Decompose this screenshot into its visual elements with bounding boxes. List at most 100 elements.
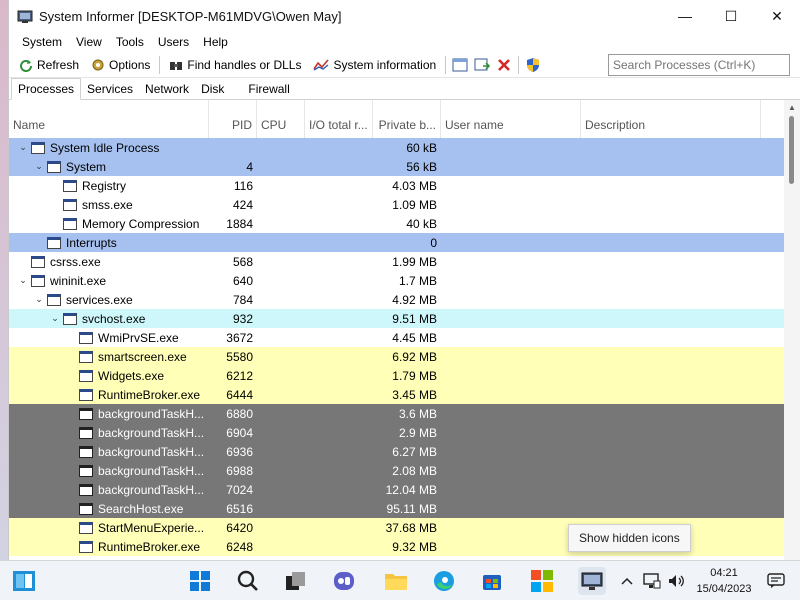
search-icon[interactable] — [236, 569, 260, 593]
refresh-button[interactable]: Refresh — [13, 53, 85, 77]
scrollbar-thumb[interactable] — [789, 116, 794, 184]
process-user-name — [441, 195, 581, 214]
process-private-bytes: 1.7 MB — [398, 273, 437, 288]
process-row[interactable]: ⌄ svchost.exe 932 9.51 MB — [9, 309, 785, 328]
widgets-icon[interactable] — [12, 569, 36, 593]
tab-network[interactable]: Network — [139, 79, 195, 99]
chevron-down-icon[interactable]: ⌄ — [17, 142, 29, 153]
process-cpu — [257, 385, 305, 404]
process-pid: 6880 — [226, 406, 253, 421]
edge-icon[interactable] — [432, 569, 456, 593]
app-icon[interactable] — [530, 569, 554, 593]
process-private-bytes: 95.11 MB — [386, 501, 437, 516]
menu-system[interactable]: System — [15, 35, 69, 49]
store-icon[interactable] — [480, 569, 504, 593]
vertical-scrollbar[interactable]: ▲ — [784, 100, 800, 560]
process-name: Interrupts — [66, 235, 117, 250]
options-button[interactable]: Options — [85, 53, 156, 77]
process-row[interactable]: Widgets.exe 6212 1.79 MB — [9, 366, 785, 385]
column-header-user-name[interactable]: User name — [441, 100, 581, 138]
process-row[interactable]: ⌄ wininit.exe 640 1.7 MB — [9, 271, 785, 290]
tab-disk[interactable]: Disk — [195, 79, 230, 99]
process-row[interactable]: backgroundTaskH... 6904 2.9 MB — [9, 423, 785, 442]
column-header-name[interactable]: Name — [9, 100, 209, 138]
process-private-bytes: 3.45 MB — [392, 387, 437, 402]
find-handles-button[interactable]: Find handles or DLLs — [163, 53, 307, 77]
process-description — [581, 366, 761, 385]
menu-users[interactable]: Users — [151, 35, 196, 49]
process-row[interactable]: backgroundTaskH... 6988 2.08 MB — [9, 461, 785, 480]
process-icon — [47, 293, 61, 306]
column-header-pid[interactable]: PID — [209, 100, 257, 138]
process-io — [305, 157, 373, 176]
process-row[interactable]: WmiPrvSE.exe 3672 4.45 MB — [9, 328, 785, 347]
process-private-bytes: 3.6 MB — [398, 406, 437, 421]
process-user-name — [441, 385, 581, 404]
file-explorer-icon[interactable] — [384, 569, 408, 593]
system-informer-taskbar-icon[interactable] — [578, 567, 606, 595]
process-row[interactable]: backgroundTaskH... 6880 3.6 MB — [9, 404, 785, 423]
process-icon — [79, 521, 93, 534]
process-name-cell: backgroundTaskH... — [9, 442, 209, 461]
column-header-description[interactable]: Description — [581, 100, 761, 138]
tab-services[interactable]: Services — [81, 79, 139, 99]
tab-firewall[interactable]: Firewall — [242, 79, 295, 99]
terminate-button[interactable] — [493, 54, 515, 76]
scroll-up-arrow-icon[interactable]: ▲ — [784, 100, 800, 114]
menu-view[interactable]: View — [69, 35, 109, 49]
column-header-io[interactable]: I/O total r... — [305, 100, 373, 138]
process-row[interactable]: backgroundTaskH... 6936 6.27 MB — [9, 442, 785, 461]
clock[interactable]: 04:21 15/04/2023 — [692, 565, 756, 597]
process-row[interactable]: csrss.exe 568 1.99 MB — [9, 252, 785, 271]
column-header-cpu[interactable]: CPU — [257, 100, 305, 138]
menu-tools[interactable]: Tools — [109, 35, 151, 49]
process-row[interactable]: SearchHost.exe 6516 95.11 MB — [9, 499, 785, 518]
process-tree[interactable]: Name PID CPU I/O total r... Private b...… — [9, 100, 785, 560]
network-icon[interactable] — [642, 569, 662, 593]
process-pid: 6936 — [226, 444, 253, 459]
process-row[interactable]: Interrupts 0 — [9, 233, 785, 252]
process-row[interactable]: ⌄ System 4 56 kB — [9, 157, 785, 176]
chevron-up-icon[interactable] — [620, 569, 634, 593]
notification-icon[interactable] — [766, 569, 786, 593]
process-description — [581, 176, 761, 195]
maximize-button[interactable]: ☐ — [708, 0, 754, 32]
search-processes-input[interactable] — [608, 53, 790, 76]
process-row[interactable]: RuntimeBroker.exe 6444 3.45 MB — [9, 385, 785, 404]
process-row[interactable]: smss.exe 424 1.09 MB — [9, 195, 785, 214]
find-window-button[interactable] — [471, 54, 493, 76]
chevron-down-icon[interactable]: ⌄ — [49, 313, 61, 324]
start-icon[interactable] — [188, 569, 212, 593]
process-pid: 116 — [233, 178, 253, 193]
process-row[interactable]: backgroundTaskH... 7024 12.04 MB — [9, 480, 785, 499]
chat-icon[interactable] — [332, 569, 356, 593]
process-io — [305, 195, 373, 214]
process-description — [581, 442, 761, 461]
process-private-bytes: 56 kB — [406, 159, 437, 174]
title-bar[interactable]: System Informer [DESKTOP-M61MDVG\Owen Ma… — [9, 0, 800, 32]
process-name: backgroundTaskH... — [98, 406, 205, 421]
chevron-down-icon[interactable]: ⌄ — [33, 294, 45, 305]
close-button[interactable]: ✕ — [754, 0, 800, 32]
tab-processes[interactable]: Processes — [11, 78, 82, 100]
menu-bar: System View Tools Users Help — [9, 32, 800, 52]
column-header-private-bytes[interactable]: Private b... — [373, 100, 441, 138]
process-row[interactable]: smartscreen.exe 5580 6.92 MB — [9, 347, 785, 366]
volume-icon[interactable] — [666, 569, 686, 593]
process-row[interactable]: Memory Compression 1884 40 kB — [9, 214, 785, 233]
process-row[interactable]: ⌄ System Idle Process 60 kB — [9, 138, 785, 157]
process-user-name — [441, 290, 581, 309]
process-name: backgroundTaskH... — [98, 444, 205, 459]
window-icon-button[interactable] — [449, 54, 471, 76]
menu-help[interactable]: Help — [196, 35, 235, 49]
process-private-bytes: 12.04 MB — [385, 482, 437, 497]
chevron-down-icon[interactable]: ⌄ — [33, 161, 45, 172]
chevron-down-icon[interactable]: ⌄ — [17, 275, 29, 286]
process-row[interactable]: ⌄ services.exe 784 4.92 MB — [9, 290, 785, 309]
elevate-button[interactable] — [522, 54, 544, 76]
task-view-icon[interactable] — [284, 569, 308, 593]
process-row[interactable]: Registry 116 4.03 MB — [9, 176, 785, 195]
system-information-button[interactable]: System information — [307, 53, 442, 77]
minimize-button[interactable]: — — [662, 0, 708, 32]
process-pid: 7024 — [226, 482, 253, 497]
